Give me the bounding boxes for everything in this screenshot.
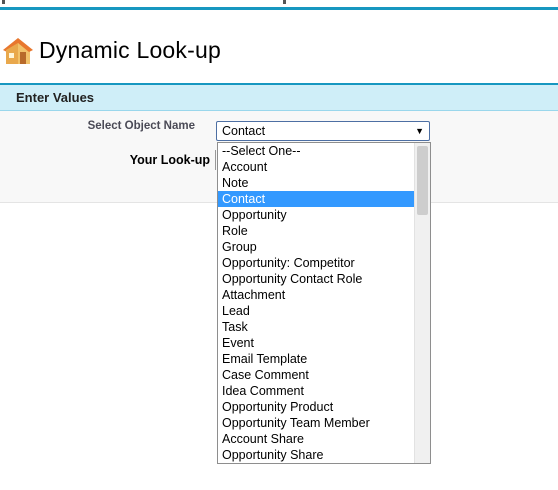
dropdown-option[interactable]: Account <box>218 159 414 175</box>
top-bar-fragment <box>283 0 286 4</box>
dropdown-option[interactable]: Opportunity Product <box>218 399 414 415</box>
dropdown-option[interactable]: Opportunity: Competitor <box>218 255 414 271</box>
dropdown-option[interactable]: Opportunity Contact Role <box>218 271 414 287</box>
dropdown-option[interactable]: Contact <box>218 191 414 207</box>
page-header: Dynamic Look-up <box>0 33 558 73</box>
chevron-down-icon: ▼ <box>415 126 424 136</box>
dropdown-option[interactable]: Opportunity Team Member <box>218 415 414 431</box>
dropdown-option[interactable]: Note <box>218 175 414 191</box>
top-accent-bar <box>0 0 558 10</box>
dropdown-option[interactable]: Email Template <box>218 351 414 367</box>
section-title: Enter Values <box>0 85 558 111</box>
dropdown-option[interactable]: Role <box>218 223 414 239</box>
top-bar-fragment <box>2 0 5 4</box>
dropdown-option[interactable]: --Select One-- <box>218 143 414 159</box>
dropdown-option[interactable]: Lead <box>218 303 414 319</box>
dropdown-option[interactable]: Case Comment <box>218 367 414 383</box>
scrollbar-thumb[interactable] <box>417 146 428 215</box>
dropdown-option[interactable]: Idea Comment <box>218 383 414 399</box>
dropdown-scrollbar[interactable] <box>414 143 430 463</box>
dropdown-option[interactable]: Opportunity Share <box>218 447 414 463</box>
object-dropdown-list[interactable]: --Select One-- Account Note Contact Opportun… <box>217 142 431 464</box>
selected-value: Contact <box>222 124 266 138</box>
lookup-label: Your Look-up <box>129 153 210 167</box>
dropdown-option[interactable]: Group <box>218 239 414 255</box>
dropdown-option[interactable]: Attachment <box>218 287 414 303</box>
dropdown-option[interactable]: Event <box>218 335 414 351</box>
dropdown-option[interactable]: Account Share <box>218 431 414 447</box>
select-object-label: Select Object Name <box>87 120 195 132</box>
object-name-select[interactable]: Contact ▼ <box>216 121 430 141</box>
house-icon <box>3 38 33 64</box>
dropdown-option[interactable]: Task <box>218 319 414 335</box>
dropdown-option[interactable]: Opportunity <box>218 207 414 223</box>
page-title: Dynamic Look-up <box>39 37 221 63</box>
